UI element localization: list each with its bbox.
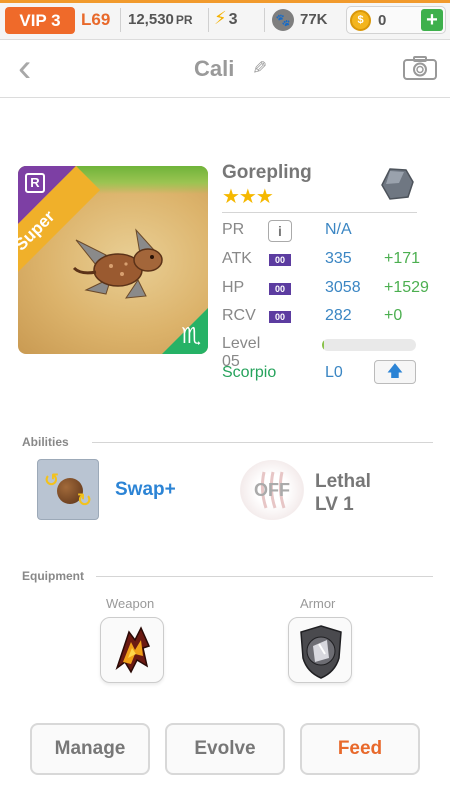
xp-progress-fill — [322, 339, 324, 351]
divider — [92, 442, 433, 443]
divider — [208, 8, 209, 32]
accent-line — [0, 0, 450, 3]
stat-value: 335 — [325, 250, 352, 267]
swap-ability-icon[interactable]: ↺ ↻ — [37, 459, 99, 520]
evolve-button[interactable]: Evolve — [165, 723, 285, 775]
coin-counter[interactable]: $ 0 + — [346, 6, 446, 34]
manage-button[interactable]: Manage — [30, 723, 150, 775]
stat-label: PR — [222, 221, 245, 238]
stat-label: ATK — [222, 250, 252, 267]
abilities-heading: Abilities — [22, 435, 69, 449]
passive-ability[interactable]: Lethal LV 1 — [315, 470, 371, 516]
camera-icon[interactable] — [403, 56, 437, 80]
scorpio-icon: ♏ — [181, 323, 201, 348]
coin-value: 0 — [378, 12, 387, 29]
stat-bonus: +171 — [384, 250, 421, 267]
weapon-icon — [115, 626, 151, 674]
armor-label: Armor — [300, 596, 336, 611]
energy-value: 3 — [228, 11, 238, 28]
stat-value: N/A — [325, 221, 352, 238]
header: ‹ Cali ✎ — [0, 40, 450, 98]
feed-button[interactable]: Feed — [300, 723, 420, 775]
vip-badge[interactable]: VIP 3 — [5, 7, 75, 34]
stat-value: 3058 — [325, 279, 361, 296]
energy-counter[interactable]: ⚡ 3 — [214, 8, 238, 29]
armor-icon — [300, 625, 342, 679]
divider — [96, 576, 433, 577]
equipment-heading: Equipment — [22, 569, 84, 583]
status-bar: VIP 3 L69 12,530 PR ⚡ 3 🐾 77K $ 0 + — [0, 0, 450, 40]
rank-ribbon-label: Super — [18, 166, 101, 297]
xp-progress-bar — [322, 339, 416, 351]
stat-value: 282 — [325, 307, 352, 324]
pr-unit: PR — [175, 13, 193, 27]
lightning-icon: ⚡ — [214, 8, 227, 28]
stat-tag: 00 — [269, 283, 291, 295]
rock-element-icon[interactable] — [380, 167, 414, 201]
zodiac-level: L0 — [325, 364, 343, 381]
active-ability-name[interactable]: Swap+ — [115, 479, 176, 501]
weapon-label: Weapon — [106, 596, 155, 611]
info-icon[interactable]: i — [268, 220, 292, 242]
paw-counter[interactable]: 77K — [300, 11, 328, 28]
star-rating: ★★★ — [222, 186, 274, 208]
paw-icon: 🐾 — [272, 9, 294, 31]
back-button[interactable]: ‹ — [18, 48, 31, 88]
zodiac-name: Scorpio — [222, 364, 277, 381]
pr-value: 12,530 — [128, 11, 174, 28]
stat-label: RCV — [222, 307, 256, 324]
stat-bonus: +1529 — [384, 279, 429, 296]
player-level: L69 — [81, 10, 111, 29]
divider — [120, 8, 121, 32]
coin-icon: $ — [350, 10, 371, 31]
passive-ability-level: LV 1 — [315, 494, 354, 515]
divider — [264, 8, 265, 32]
divider — [222, 212, 417, 213]
passive-ability-name: Lethal — [315, 471, 371, 492]
stat-label: HP — [222, 279, 245, 296]
player-pr: 12,530 PR — [128, 11, 193, 28]
stat-tag: 00 — [269, 311, 291, 323]
stat-bonus: +0 — [384, 307, 403, 324]
monster-nickname: Cali — [194, 56, 235, 81]
stat-tag: 00 — [269, 254, 291, 266]
monster-portrait[interactable]: R Super ♏ — [18, 166, 208, 354]
passive-state: OFF — [254, 480, 290, 500]
passive-ability-icon[interactable]: OFF — [240, 460, 304, 520]
zodiac-upgrade-button[interactable]: 🡅 — [374, 360, 416, 384]
weapon-slot[interactable] — [100, 617, 164, 683]
arrow-icon: ↻ — [76, 490, 92, 510]
monster-species: Gorepling — [222, 162, 312, 183]
armor-slot[interactable] — [288, 617, 352, 683]
add-coins-button[interactable]: + — [421, 9, 443, 31]
pencil-icon[interactable]: ✎ — [252, 58, 267, 79]
rank-ribbon: Super — [18, 166, 108, 297]
